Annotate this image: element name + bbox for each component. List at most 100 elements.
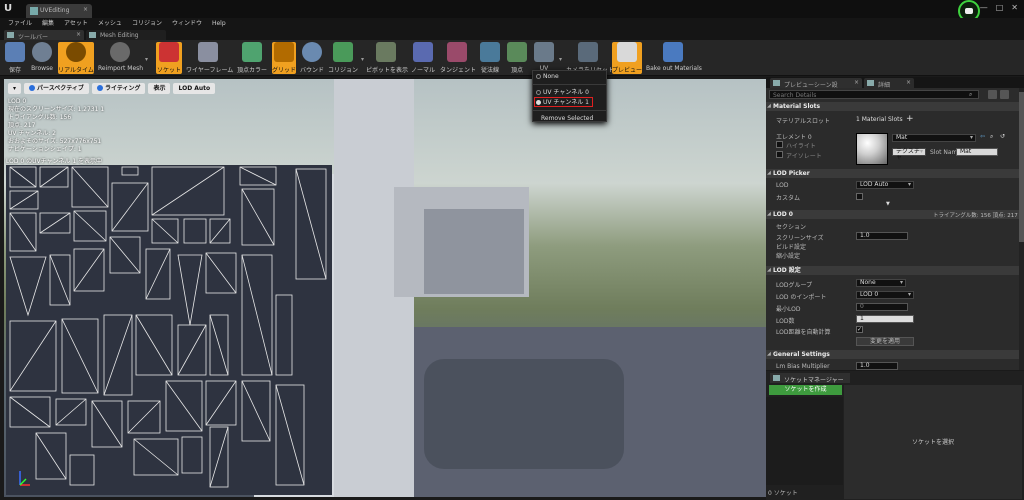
- grid-button[interactable]: グリッド: [272, 42, 296, 74]
- section-lod-settings[interactable]: LOD 設定: [766, 266, 1019, 275]
- show-button[interactable]: 表示: [148, 83, 171, 94]
- lod-import-select[interactable]: LOD 0: [856, 291, 914, 299]
- close-tab-icon[interactable]: ×: [76, 31, 81, 38]
- build-settings-label[interactable]: ビルド設定: [776, 242, 806, 251]
- uv-dropdown-icon[interactable]: ▾: [559, 56, 562, 63]
- screen-size-input[interactable]: 1.0: [856, 232, 908, 240]
- toolbar-tab-icon: [7, 32, 14, 38]
- apply-changes-button[interactable]: 変更を適用: [856, 337, 914, 346]
- reimport-mesh-button[interactable]: Reimport Mesh ▾: [98, 42, 148, 74]
- material-select[interactable]: Mat: [892, 134, 976, 142]
- tangent-button[interactable]: タンジェント: [440, 42, 476, 74]
- show-pivot-button[interactable]: ピボットを表示: [366, 42, 408, 74]
- stat-lod: LOD 0: [8, 98, 27, 105]
- close-tab-icon[interactable]: ×: [854, 79, 859, 86]
- menu-help[interactable]: Help: [212, 18, 226, 29]
- tab-preview-scene[interactable]: プレビューシーン設 ×: [770, 78, 862, 89]
- details-scrollbar[interactable]: [1019, 88, 1024, 370]
- uv-option-none[interactable]: None: [533, 72, 606, 81]
- menu-mesh[interactable]: メッシュ: [98, 18, 122, 29]
- socket-list[interactable]: [766, 397, 843, 485]
- lod0-stats: トライアングル数: 156 頂点: 217: [933, 213, 1018, 219]
- bounds-label: バウンド: [300, 67, 325, 74]
- realtime-button[interactable]: リアルタイム: [58, 42, 94, 74]
- stat-nav-shape: ナビゲーションシェイプ: 1: [8, 146, 82, 153]
- save-button[interactable]: 保存: [4, 42, 26, 74]
- slot-name-input[interactable]: Mat: [956, 148, 998, 156]
- close-tab-icon[interactable]: ×: [906, 79, 911, 86]
- details-tab-strip: プレビューシーン設 × 詳細 ×: [766, 77, 1024, 89]
- socket-button[interactable]: ソケット: [156, 42, 182, 74]
- menu-file[interactable]: ファイル: [8, 18, 32, 29]
- section-lod-picker[interactable]: LOD Picker: [766, 169, 1019, 178]
- section-general-settings[interactable]: General Settings: [766, 350, 1019, 359]
- lod-auto-button[interactable]: LOD Auto: [173, 83, 216, 94]
- menu-asset[interactable]: アセット: [64, 18, 88, 29]
- preview-label: プレビュー: [612, 67, 643, 74]
- document-tab[interactable]: UVEditing ×: [26, 4, 92, 18]
- binormal-button[interactable]: 従法線: [478, 42, 502, 74]
- create-socket-button[interactable]: ソケットを作成: [769, 385, 842, 395]
- reimport-label: Reimport Mesh: [98, 65, 144, 72]
- lod-select[interactable]: LOD Auto: [856, 181, 914, 189]
- save-icon: [5, 42, 25, 62]
- tab-details[interactable]: 詳細 ×: [864, 78, 914, 89]
- use-selected-icon[interactable]: ⇦: [980, 133, 985, 140]
- maximize-icon[interactable]: □: [996, 3, 1004, 12]
- expand-icon[interactable]: ▼: [886, 201, 890, 207]
- browse-label: Browse: [31, 65, 53, 72]
- normal-button[interactable]: ノーマル: [410, 42, 436, 74]
- collision-label: コリジョン: [328, 67, 359, 74]
- auto-compute-checkbox[interactable]: ✓: [856, 326, 863, 333]
- browse-button[interactable]: Browse: [30, 42, 54, 74]
- uv-option-channel-0[interactable]: UV チャンネル 0: [533, 88, 606, 97]
- min-lod-input[interactable]: 0: [856, 303, 908, 311]
- lod-group-label: LODグループ: [776, 282, 813, 289]
- texture-dropdown[interactable]: テクスチャ: [892, 148, 926, 161]
- tab-mesh-editing[interactable]: Mesh Editing: [86, 30, 166, 40]
- unreal-logo-icon: U: [4, 3, 13, 14]
- isolate-checkbox[interactable]: [776, 151, 783, 158]
- menu-window[interactable]: ウィンドウ: [172, 18, 202, 29]
- browse-asset-icon[interactable]: ⌕: [990, 133, 993, 141]
- material-thumbnail[interactable]: [856, 133, 888, 165]
- add-slot-icon[interactable]: +: [906, 114, 914, 124]
- remove-selected-item[interactable]: Remove Selected: [533, 114, 606, 123]
- wireframe-button[interactable]: ワイヤーフレーム: [186, 42, 233, 74]
- bake-materials-button[interactable]: Bake out Materials: [646, 42, 702, 74]
- uv-wireframe: [9, 166, 327, 488]
- panel-tab-strip: ツールバー × Mesh Editing: [0, 29, 1024, 41]
- collision-button[interactable]: コリジョン ▾: [328, 42, 364, 74]
- menu-collision[interactable]: コリジョン: [132, 18, 162, 29]
- reset-icon[interactable]: ↺: [1000, 133, 1005, 140]
- view-options-icon[interactable]: [1000, 90, 1009, 99]
- lm-bias-input[interactable]: 1.0: [856, 362, 898, 370]
- reimport-dropdown-icon[interactable]: ▾: [145, 56, 148, 63]
- bounds-button[interactable]: バウンド: [300, 42, 324, 74]
- highlight-checkbox[interactable]: [776, 141, 783, 148]
- mesh-viewport[interactable]: ▾ パースペクティブ ライティング 表示 LOD Auto LOD 0 現在のス…: [4, 79, 766, 497]
- collision-dropdown-icon[interactable]: ▾: [361, 56, 364, 63]
- section-material-slots[interactable]: Material Slots: [766, 102, 1019, 111]
- mesh-shadow: [424, 359, 624, 469]
- property-matrix-icon[interactable]: [988, 90, 997, 99]
- lod-group-select[interactable]: None: [856, 279, 906, 287]
- details-search-input[interactable]: Search Details: [769, 90, 979, 99]
- vertex-color-button[interactable]: 頂点カラー: [236, 42, 268, 74]
- close-tab-icon[interactable]: ×: [83, 6, 88, 13]
- tab-toolbar[interactable]: ツールバー ×: [4, 30, 84, 41]
- wireframe-icon: [198, 42, 218, 62]
- reduction-settings-label[interactable]: 縮小設定: [776, 251, 800, 260]
- minimize-icon[interactable]: —: [980, 3, 988, 12]
- preview-icon: [617, 42, 637, 62]
- preview-button[interactable]: プレビュー: [612, 42, 642, 74]
- vertices-button[interactable]: 頂点: [506, 42, 528, 74]
- lighting-button[interactable]: ライティング: [91, 83, 146, 94]
- menu-edit[interactable]: 編集: [42, 18, 54, 29]
- lod-count-input[interactable]: 1: [856, 315, 914, 323]
- custom-checkbox[interactable]: [856, 193, 863, 200]
- perspective-button[interactable]: パースペクティブ: [24, 83, 89, 94]
- tab-socket-manager[interactable]: ソケットマネージャー: [770, 373, 850, 384]
- close-window-icon[interactable]: ✕: [1011, 3, 1018, 12]
- viewport-options-button[interactable]: ▾: [8, 83, 22, 94]
